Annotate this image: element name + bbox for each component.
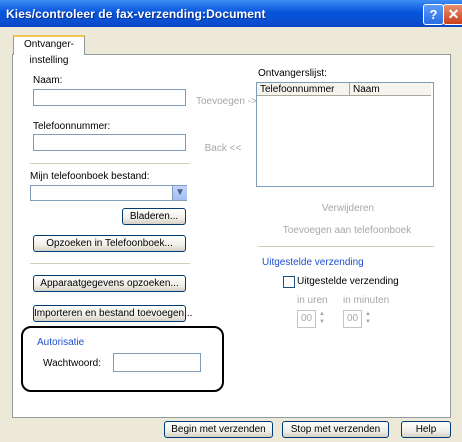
close-button[interactable]: ✕ — [443, 4, 462, 25]
add-to-phonebook-button[interactable]: Toevoegen aan telefoonboek — [262, 225, 432, 237]
phonebook-file-label: Mijn telefoonboek bestand: — [30, 171, 150, 182]
delayed-send-label: Uitgestelde verzending — [297, 276, 399, 287]
import-file-button[interactable]: Importeren en bestand toevoegen... — [33, 305, 192, 322]
password-label: Wachtwoord: — [43, 358, 101, 369]
divider — [30, 263, 190, 264]
window-title: Kies/controleer de fax-verzending:Docume… — [6, 7, 266, 21]
chevron-down-icon[interactable]: ▼ — [172, 186, 187, 200]
add-button[interactable]: Toevoegen -> — [196, 96, 257, 110]
minutes-label: in minuten — [343, 295, 390, 306]
tab-recipient-settings[interactable]: Ontvanger-instelling — [13, 35, 85, 66]
device-data-button[interactable]: Apparaatgegevens opzoeken... — [33, 275, 186, 292]
title-bar: Kies/controleer de fax-verzending:Docume… — [0, 0, 462, 27]
auth-section-label: Autorisatie — [37, 337, 85, 348]
hours-stepper-icon[interactable]: ▲ ▼ — [318, 310, 326, 326]
minutes-stepper-icon[interactable]: ▲ ▼ — [364, 310, 372, 326]
help-title-button[interactable]: ? — [423, 4, 444, 25]
phonebook-file-select[interactable] — [30, 185, 187, 201]
recipients-label: Ontvangerslijst: — [258, 68, 327, 79]
browse-button[interactable]: Bladeren... — [122, 208, 186, 225]
phone-label: Telefoonnummer: — [33, 121, 111, 132]
hours-input[interactable]: 00 — [297, 310, 316, 328]
divider — [30, 163, 190, 164]
recipient-list[interactable]: Telefoonnummer Naam — [256, 82, 434, 187]
help-button[interactable]: Help — [401, 421, 451, 438]
delete-button[interactable]: Verwijderen — [300, 203, 396, 215]
stop-sending-button[interactable]: Stop met verzenden — [282, 421, 389, 438]
back-button[interactable]: Back << — [198, 143, 248, 157]
name-label: Naam: — [33, 75, 63, 86]
phone-field[interactable] — [33, 134, 186, 151]
lookup-phonebook-button[interactable]: Opzoeken in Telefoonboek... — [33, 235, 186, 252]
password-field[interactable] — [113, 353, 201, 372]
delayed-send-checkbox[interactable] — [283, 276, 295, 288]
name-field[interactable] — [33, 89, 186, 106]
hours-label: in uren — [297, 295, 328, 306]
column-header-name[interactable]: Naam — [350, 83, 431, 96]
column-header-phone[interactable]: Telefoonnummer — [257, 83, 350, 96]
minutes-input[interactable]: 00 — [343, 310, 362, 328]
start-sending-button[interactable]: Begin met verzenden — [164, 421, 273, 438]
delayed-section-label: Uitgestelde verzending — [262, 257, 364, 268]
fax-send-dialog: Kies/controleer de fax-verzending:Docume… — [0, 0, 462, 442]
divider — [258, 246, 434, 247]
